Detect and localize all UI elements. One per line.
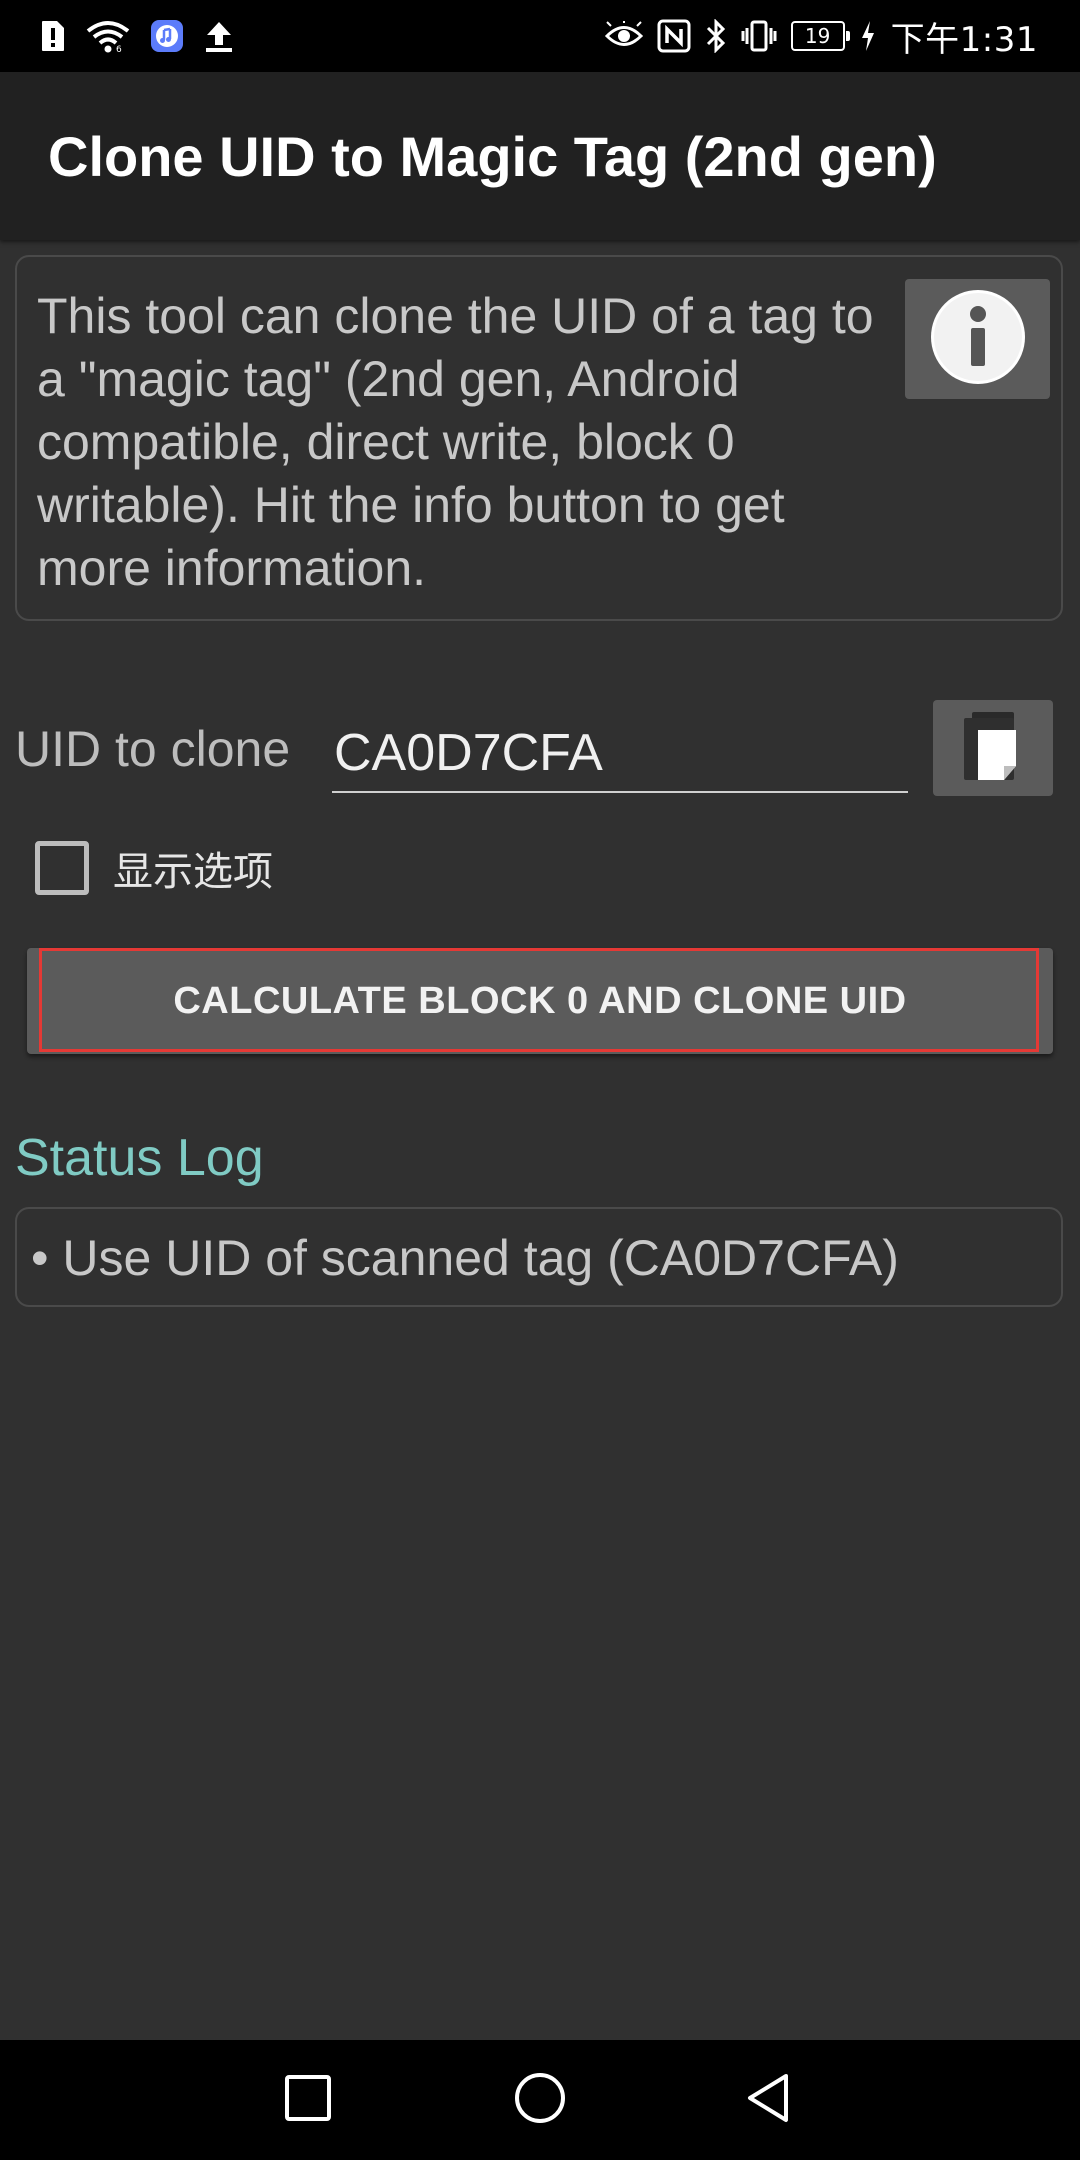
paste-button[interactable] <box>933 700 1053 796</box>
back-button[interactable] <box>730 2062 806 2138</box>
home-icon <box>512 2070 568 2131</box>
nfc-icon <box>657 19 691 53</box>
home-button[interactable] <box>502 2062 578 2138</box>
vibrate-icon <box>741 19 777 53</box>
wifi-icon: 6 <box>86 19 130 53</box>
charging-icon <box>859 19 877 53</box>
show-options-checkbox[interactable] <box>35 841 89 895</box>
back-icon <box>742 2070 794 2131</box>
bluetooth-icon <box>705 19 727 53</box>
screen: 6 19 下午1:31 Clone UID to Magic Tag (2nd … <box>0 0 1080 2160</box>
app-bar: Clone UID to Magic Tag (2nd gen) <box>0 72 1080 240</box>
music-app-icon <box>150 19 184 53</box>
page-title: Clone UID to Magic Tag (2nd gen) <box>48 125 937 188</box>
uid-field[interactable] <box>332 715 908 793</box>
paste-icon <box>958 706 1028 791</box>
calculate-and-clone-label: CALCULATE BLOCK 0 AND CLONE UID <box>173 979 907 1022</box>
status-bar-left: 6 <box>40 0 234 72</box>
battery-level: 19 <box>804 24 831 48</box>
status-bar-right: 19 下午1:31 <box>604 0 1038 72</box>
uid-label: UID to clone <box>15 721 291 777</box>
recents-button[interactable] <box>270 2062 346 2138</box>
alert-icon <box>40 19 66 53</box>
svg-text:6: 6 <box>116 45 122 53</box>
status-log-heading: Status Log <box>15 1129 264 1187</box>
navigation-bar <box>0 2040 1080 2160</box>
status-log: • Use UID of scanned tag (CA0D7CFA) <box>15 1207 1063 1307</box>
log-entry: • Use UID of scanned tag (CA0D7CFA) <box>31 1230 899 1286</box>
calculate-and-clone-button[interactable]: CALCULATE BLOCK 0 AND CLONE UID <box>27 948 1053 1054</box>
info-icon <box>928 287 1028 392</box>
info-description: This tool can clone the UID of a tag to … <box>37 288 874 596</box>
info-card: This tool can clone the UID of a tag to … <box>15 255 1063 621</box>
recents-icon <box>282 2072 334 2129</box>
show-options-row[interactable]: 显示选项 <box>35 838 273 898</box>
status-time: 下午1:31 <box>890 19 1038 60</box>
uid-input[interactable] <box>332 715 908 791</box>
info-button[interactable] <box>905 279 1050 399</box>
upload-icon <box>204 19 234 53</box>
show-options-label: 显示选项 <box>113 849 273 895</box>
status-bar: 6 19 下午1:31 <box>0 0 1080 72</box>
eye-icon <box>604 21 643 51</box>
battery-icon: 19 <box>790 21 850 51</box>
